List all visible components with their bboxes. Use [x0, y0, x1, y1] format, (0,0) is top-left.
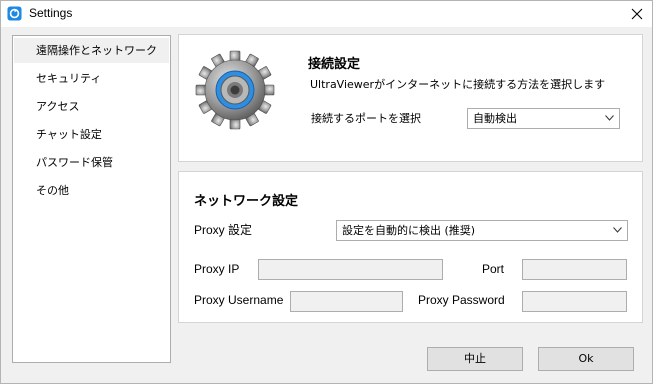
sidebar-item-other[interactable]: その他: [14, 178, 169, 203]
proxy-ip-label: Proxy IP: [194, 262, 240, 276]
proxy-password-field[interactable]: [522, 291, 627, 312]
sidebar-item-remote-control-network[interactable]: 遠隔操作とネットワーク: [14, 38, 169, 63]
settings-category-list[interactable]: 遠隔操作とネットワーク セキュリティ アクセス チャット設定 パスワード保管 そ…: [12, 35, 171, 363]
proxy-setting-value: 設定を自動的に検出 (推奨): [342, 224, 476, 237]
connection-settings-panel: 接続設定 UltraViewerがインターネットに接続する方法を選択します 接続…: [178, 34, 643, 162]
sidebar-item-label: 遠隔操作とネットワーク: [36, 44, 157, 57]
gear-icon: [195, 50, 275, 130]
sidebar-item-access[interactable]: アクセス: [14, 94, 169, 119]
network-settings-panel: ネットワーク設定 Proxy 設定 設定を自動的に検出 (推奨) Proxy I…: [178, 171, 643, 323]
sidebar-item-security[interactable]: セキュリティ: [14, 66, 169, 91]
proxy-username-field[interactable]: [290, 291, 403, 312]
sidebar-item-label: アクセス: [36, 100, 80, 113]
cancel-button[interactable]: 中止: [427, 347, 523, 371]
sidebar-item-label: チャット設定: [36, 128, 102, 141]
close-icon: [631, 8, 643, 20]
proxy-username-label: Proxy Username: [194, 293, 284, 307]
sidebar-item-password-storage[interactable]: パスワード保管: [14, 150, 169, 175]
settings-window: Settings 遠隔操作とネットワーク セキュリティ アクセス チャット設定 …: [0, 0, 653, 384]
proxy-setting-label: Proxy 設定: [194, 223, 253, 237]
proxy-ip-field[interactable]: [258, 259, 443, 280]
port-select-value: 自動検出: [473, 112, 517, 125]
ultraviewer-app-icon: [7, 6, 22, 21]
sidebar-item-label: セキュリティ: [36, 72, 102, 85]
close-button[interactable]: [622, 1, 652, 27]
window-title: Settings: [29, 6, 73, 20]
chevron-down-icon: [605, 115, 614, 121]
sidebar-item-label: パスワード保管: [36, 156, 113, 169]
sidebar-item-label: その他: [36, 184, 69, 197]
sidebar-item-chat-settings[interactable]: チャット設定: [14, 122, 169, 147]
title-bar: Settings: [1, 1, 652, 27]
chevron-down-icon: [613, 227, 622, 233]
connection-settings-title: 接続設定: [308, 57, 361, 72]
proxy-port-field[interactable]: [522, 259, 627, 280]
network-settings-title: ネットワーク設定: [194, 194, 299, 209]
connection-settings-description: UltraViewerがインターネットに接続する方法を選択します: [310, 78, 606, 91]
ok-button[interactable]: Ok: [538, 347, 634, 371]
port-select-label: 接続するポートを選択: [311, 112, 421, 125]
proxy-setting-dropdown[interactable]: 設定を自動的に検出 (推奨): [336, 220, 628, 241]
port-select-dropdown[interactable]: 自動検出: [467, 108, 620, 129]
proxy-port-label: Port: [482, 262, 505, 276]
proxy-password-label: Proxy Password: [418, 293, 505, 307]
